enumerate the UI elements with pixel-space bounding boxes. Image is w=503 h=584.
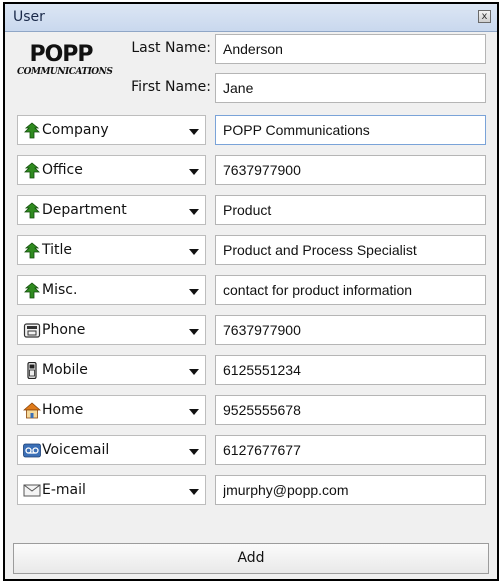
home-icon xyxy=(22,402,42,419)
field-type-dropdown-office[interactable]: Office xyxy=(17,155,206,185)
field-type-label: Department xyxy=(42,202,127,218)
chevron-down-icon[interactable] xyxy=(189,409,199,415)
field-type-dropdown-department[interactable]: Department xyxy=(17,195,206,225)
field-type-dropdown-company[interactable]: Company xyxy=(17,115,206,145)
field-type-label: Office xyxy=(42,162,83,178)
tree-icon xyxy=(23,162,41,179)
field-type-label: E-mail xyxy=(42,482,86,498)
field-value-input[interactable] xyxy=(215,435,486,465)
field-value-input[interactable] xyxy=(215,355,486,385)
chevron-down-icon[interactable] xyxy=(189,129,199,135)
field-type-dropdown-phone[interactable]: Phone xyxy=(17,315,206,345)
chevron-down-icon[interactable] xyxy=(189,209,199,215)
first-name-label: First Name: xyxy=(131,79,211,95)
field-value-input[interactable] xyxy=(215,195,486,225)
field-value-input[interactable] xyxy=(215,475,486,505)
field-type-label: Company xyxy=(42,122,109,138)
field-value-input[interactable] xyxy=(215,235,486,265)
logo-main-text: POPP xyxy=(29,42,93,67)
first-name-field[interactable] xyxy=(215,73,486,103)
logo-sub-text: COMMUNICATIONS xyxy=(17,67,113,77)
field-value-input[interactable] xyxy=(215,315,486,345)
field-type-label: Mobile xyxy=(42,362,88,378)
phone-icon xyxy=(23,322,41,339)
field-type-label: Voicemail xyxy=(42,442,110,458)
tree-icon xyxy=(23,242,41,259)
field-type-dropdown-mobile[interactable]: Mobile xyxy=(17,355,206,385)
tree-icon xyxy=(23,282,41,299)
close-icon[interactable]: x xyxy=(478,10,491,23)
last-name-field[interactable] xyxy=(215,34,486,64)
chevron-down-icon[interactable] xyxy=(189,249,199,255)
field-value-input[interactable] xyxy=(215,395,486,425)
field-type-dropdown-misc[interactable]: Misc. xyxy=(17,275,206,305)
last-name-label: Last Name: xyxy=(131,40,211,56)
field-type-dropdown-title[interactable]: Title xyxy=(17,235,206,265)
user-dialog: User x POPP COMMUNICATIONS Last Name: Fi… xyxy=(3,2,499,581)
tree-icon xyxy=(23,202,41,219)
mobile-icon xyxy=(23,361,41,380)
add-button[interactable]: Add xyxy=(13,543,489,574)
voicemail-icon xyxy=(23,442,41,459)
field-value-input[interactable] xyxy=(215,155,486,185)
field-type-dropdown-voicemail[interactable]: Voicemail xyxy=(17,435,206,465)
window-title: User xyxy=(13,9,45,25)
chevron-down-icon[interactable] xyxy=(189,489,199,495)
field-type-label: Phone xyxy=(42,322,86,338)
chevron-down-icon[interactable] xyxy=(189,449,199,455)
field-type-label: Home xyxy=(42,402,84,418)
chevron-down-icon[interactable] xyxy=(189,169,199,175)
dialog-body: POPP COMMUNICATIONS Last Name: First Nam… xyxy=(5,32,497,579)
company-logo: POPP COMMUNICATIONS xyxy=(17,42,113,82)
field-type-label: Misc. xyxy=(42,282,78,298)
chevron-down-icon[interactable] xyxy=(189,329,199,335)
field-type-dropdown-home[interactable]: Home xyxy=(17,395,206,425)
field-value-input[interactable] xyxy=(215,275,486,305)
field-type-label: Title xyxy=(42,242,73,258)
chevron-down-icon[interactable] xyxy=(189,369,199,375)
field-type-dropdown-e-mail[interactable]: E-mail xyxy=(17,475,206,505)
field-value-input[interactable] xyxy=(215,115,486,145)
email-icon xyxy=(23,482,41,499)
chevron-down-icon[interactable] xyxy=(189,289,199,295)
tree-icon xyxy=(23,122,41,139)
title-bar[interactable]: User x xyxy=(5,4,497,32)
